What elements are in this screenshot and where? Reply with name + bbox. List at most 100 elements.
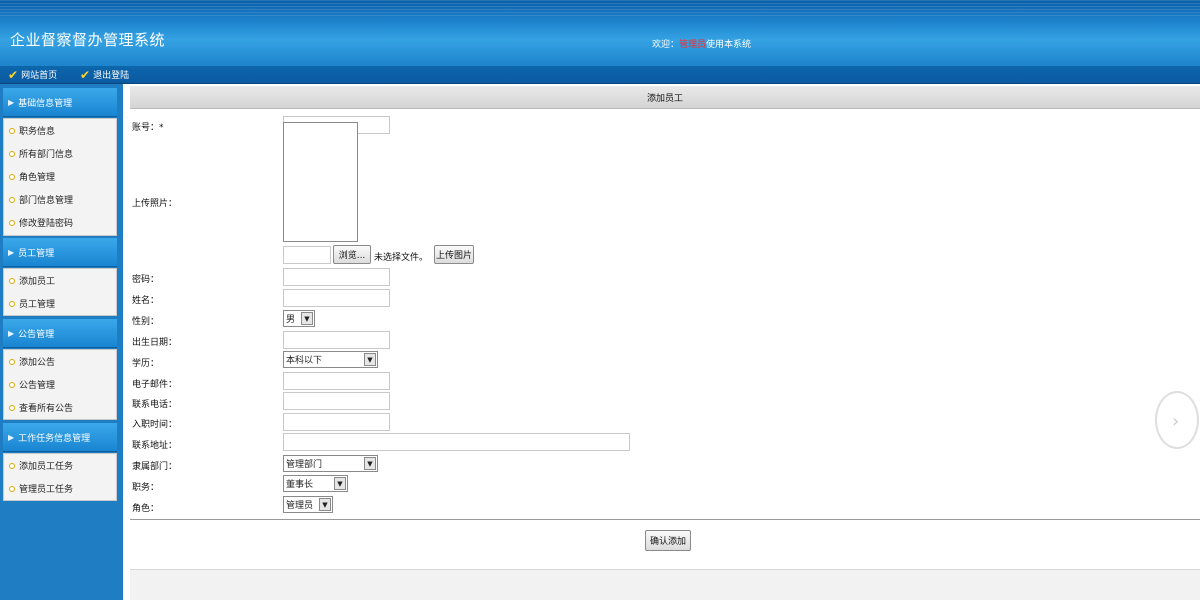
hire-date-input[interactable] — [283, 413, 390, 431]
sidebar-group-label: 员工管理 — [18, 248, 55, 259]
sidebar-item-add-employee[interactable]: 添加员工 — [4, 269, 116, 292]
check-icon: ✔ — [8, 67, 19, 82]
sidebar-item-label: 添加员工 — [19, 277, 56, 287]
photo-preview — [283, 122, 358, 242]
phone-label: 联系电话： — [132, 400, 178, 410]
logout-link-label: 退出登陆 — [93, 71, 130, 81]
sidebar-item-label: 角色管理 — [19, 173, 56, 183]
password-label: 密码： — [132, 275, 160, 285]
sidebar-group-basic-info[interactable]: ▶ 基础信息管理 — [3, 88, 117, 117]
position-label: 职务： — [132, 483, 160, 493]
triangle-right-icon: ▶ — [8, 247, 15, 257]
welcome-text: 欢迎：管理员使用本系统 — [652, 37, 751, 50]
sidebar-group-label: 公告管理 — [18, 329, 55, 340]
sidebar-group-body: 职务信息 所有部门信息 角色管理 部门信息管理 修改登陆密码 — [3, 118, 117, 236]
email-input[interactable] — [283, 372, 390, 390]
app-header: 企业督察督办管理系统 欢迎：管理员使用本系统 — [0, 0, 1200, 66]
file-path-input[interactable] — [283, 246, 331, 264]
sidebar-group-label: 工作任务信息管理 — [18, 433, 91, 444]
welcome-prefix: 欢迎： — [652, 40, 680, 50]
chevron-down-icon: ▼ — [364, 457, 376, 470]
home-link-label: 网站首页 — [21, 71, 58, 81]
sidebar-item-roles[interactable]: 角色管理 — [4, 165, 116, 188]
position-select[interactable]: 董事长 ▼ — [283, 475, 348, 492]
department-label: 隶属部门： — [132, 462, 178, 472]
department-select[interactable]: 管理部门 ▼ — [283, 455, 378, 472]
header-stripes — [0, 0, 1200, 18]
sidebar-item-all-announcements[interactable]: 查看所有公告 — [4, 396, 116, 419]
sidebar-item-add-announcement[interactable]: 添加公告 — [4, 350, 116, 373]
circle-bullet-icon — [9, 381, 15, 388]
circle-bullet-icon — [9, 485, 15, 492]
sidebar-item-all-departments[interactable]: 所有部门信息 — [4, 142, 116, 165]
circle-bullet-icon — [9, 358, 15, 365]
role-label: 角色： — [132, 504, 160, 514]
gender-select[interactable]: 男 ▼ — [283, 310, 315, 327]
hire-date-label: 入职时间： — [132, 420, 178, 430]
education-select[interactable]: 本科以下 ▼ — [283, 351, 378, 368]
role-select[interactable]: 管理员 ▼ — [283, 496, 333, 513]
triangle-right-icon: ▶ — [8, 97, 15, 107]
circle-bullet-icon — [9, 173, 15, 180]
circle-bullet-icon — [9, 219, 15, 226]
sidebar-item-label: 所有部门信息 — [19, 150, 74, 160]
sidebar-item-label: 职务信息 — [19, 127, 56, 137]
confirm-add-button[interactable]: 确认添加 — [645, 530, 691, 551]
form-heading: 添加员工 — [130, 86, 1200, 109]
sidebar-item-label: 修改登陆密码 — [19, 219, 74, 229]
sidebar-group-body: 添加员工 员工管理 — [3, 268, 117, 316]
footer-bar — [130, 569, 1200, 600]
sidebar-group-body: 添加员工任务 管理员工任务 — [3, 453, 117, 501]
browse-button[interactable]: 浏览... — [333, 245, 371, 264]
form-divider — [130, 519, 1200, 520]
welcome-suffix: 使用本系统 — [706, 40, 752, 50]
sidebar-item-add-task[interactable]: 添加员工任务 — [4, 454, 116, 477]
app-title: 企业督察督办管理系统 — [10, 31, 166, 49]
address-label: 联系地址： — [132, 441, 178, 451]
chevron-down-icon: ▼ — [319, 498, 331, 511]
education-value: 本科以下 — [286, 356, 323, 366]
sidebar-group-employees[interactable]: ▶ 员工管理 — [3, 238, 117, 267]
chevron-down-icon: ▼ — [301, 312, 313, 325]
sidebar-item-positions[interactable]: 职务信息 — [4, 119, 116, 142]
role-value: 管理员 — [286, 501, 314, 511]
gender-value: 男 — [286, 315, 296, 325]
email-label: 电子邮件： — [132, 380, 178, 390]
sidebar-item-announcement-manage[interactable]: 公告管理 — [4, 373, 116, 396]
upload-photo-button[interactable]: 上传图片 — [434, 245, 474, 264]
sidebar-item-department-manage[interactable]: 部门信息管理 — [4, 188, 116, 211]
chevron-down-icon: ▼ — [364, 353, 376, 366]
chevron-down-icon: ▼ — [334, 477, 346, 490]
next-arrow-icon: › — [1155, 391, 1199, 449]
birthday-label: 出生日期： — [132, 338, 178, 348]
sidebar-item-employee-manage[interactable]: 员工管理 — [4, 292, 116, 315]
sidebar-item-change-password[interactable]: 修改登陆密码 — [4, 211, 116, 234]
birthday-input[interactable] — [283, 331, 390, 349]
sidebar-group-announcements[interactable]: ▶ 公告管理 — [3, 319, 117, 348]
user-role: 管理员 — [679, 40, 707, 50]
circle-bullet-icon — [9, 150, 15, 157]
sidebar-item-label: 部门信息管理 — [19, 196, 74, 206]
sidebar-item-label: 查看所有公告 — [19, 404, 74, 414]
address-input[interactable] — [283, 433, 630, 451]
department-value: 管理部门 — [286, 460, 323, 470]
check-icon: ✔ — [80, 67, 91, 82]
upload-photo-label: 上传照片： — [132, 199, 178, 209]
name-input[interactable] — [283, 289, 390, 307]
phone-input[interactable] — [283, 392, 390, 410]
main-panel: 添加员工 账号：* 上传照片： 浏览... 未选择文件。 上传图片 密码： 姓名… — [130, 86, 1200, 600]
logout-link[interactable]: ✔ 退出登陆 — [80, 67, 130, 82]
gender-label: 性别： — [132, 317, 160, 327]
sidebar-item-label: 添加员工任务 — [19, 462, 74, 472]
name-label: 姓名： — [132, 296, 160, 306]
circle-bullet-icon — [9, 404, 15, 411]
sidebar-item-label: 管理员工任务 — [19, 485, 74, 495]
position-value: 董事长 — [286, 480, 314, 490]
sidebar-item-label: 员工管理 — [19, 300, 56, 310]
no-file-text: 未选择文件。 — [374, 253, 429, 263]
circle-bullet-icon — [9, 300, 15, 307]
sidebar-group-tasks[interactable]: ▶ 工作任务信息管理 — [3, 423, 117, 452]
password-input[interactable] — [283, 268, 390, 286]
home-link[interactable]: ✔ 网站首页 — [8, 67, 58, 82]
sidebar-item-task-manage[interactable]: 管理员工任务 — [4, 477, 116, 500]
